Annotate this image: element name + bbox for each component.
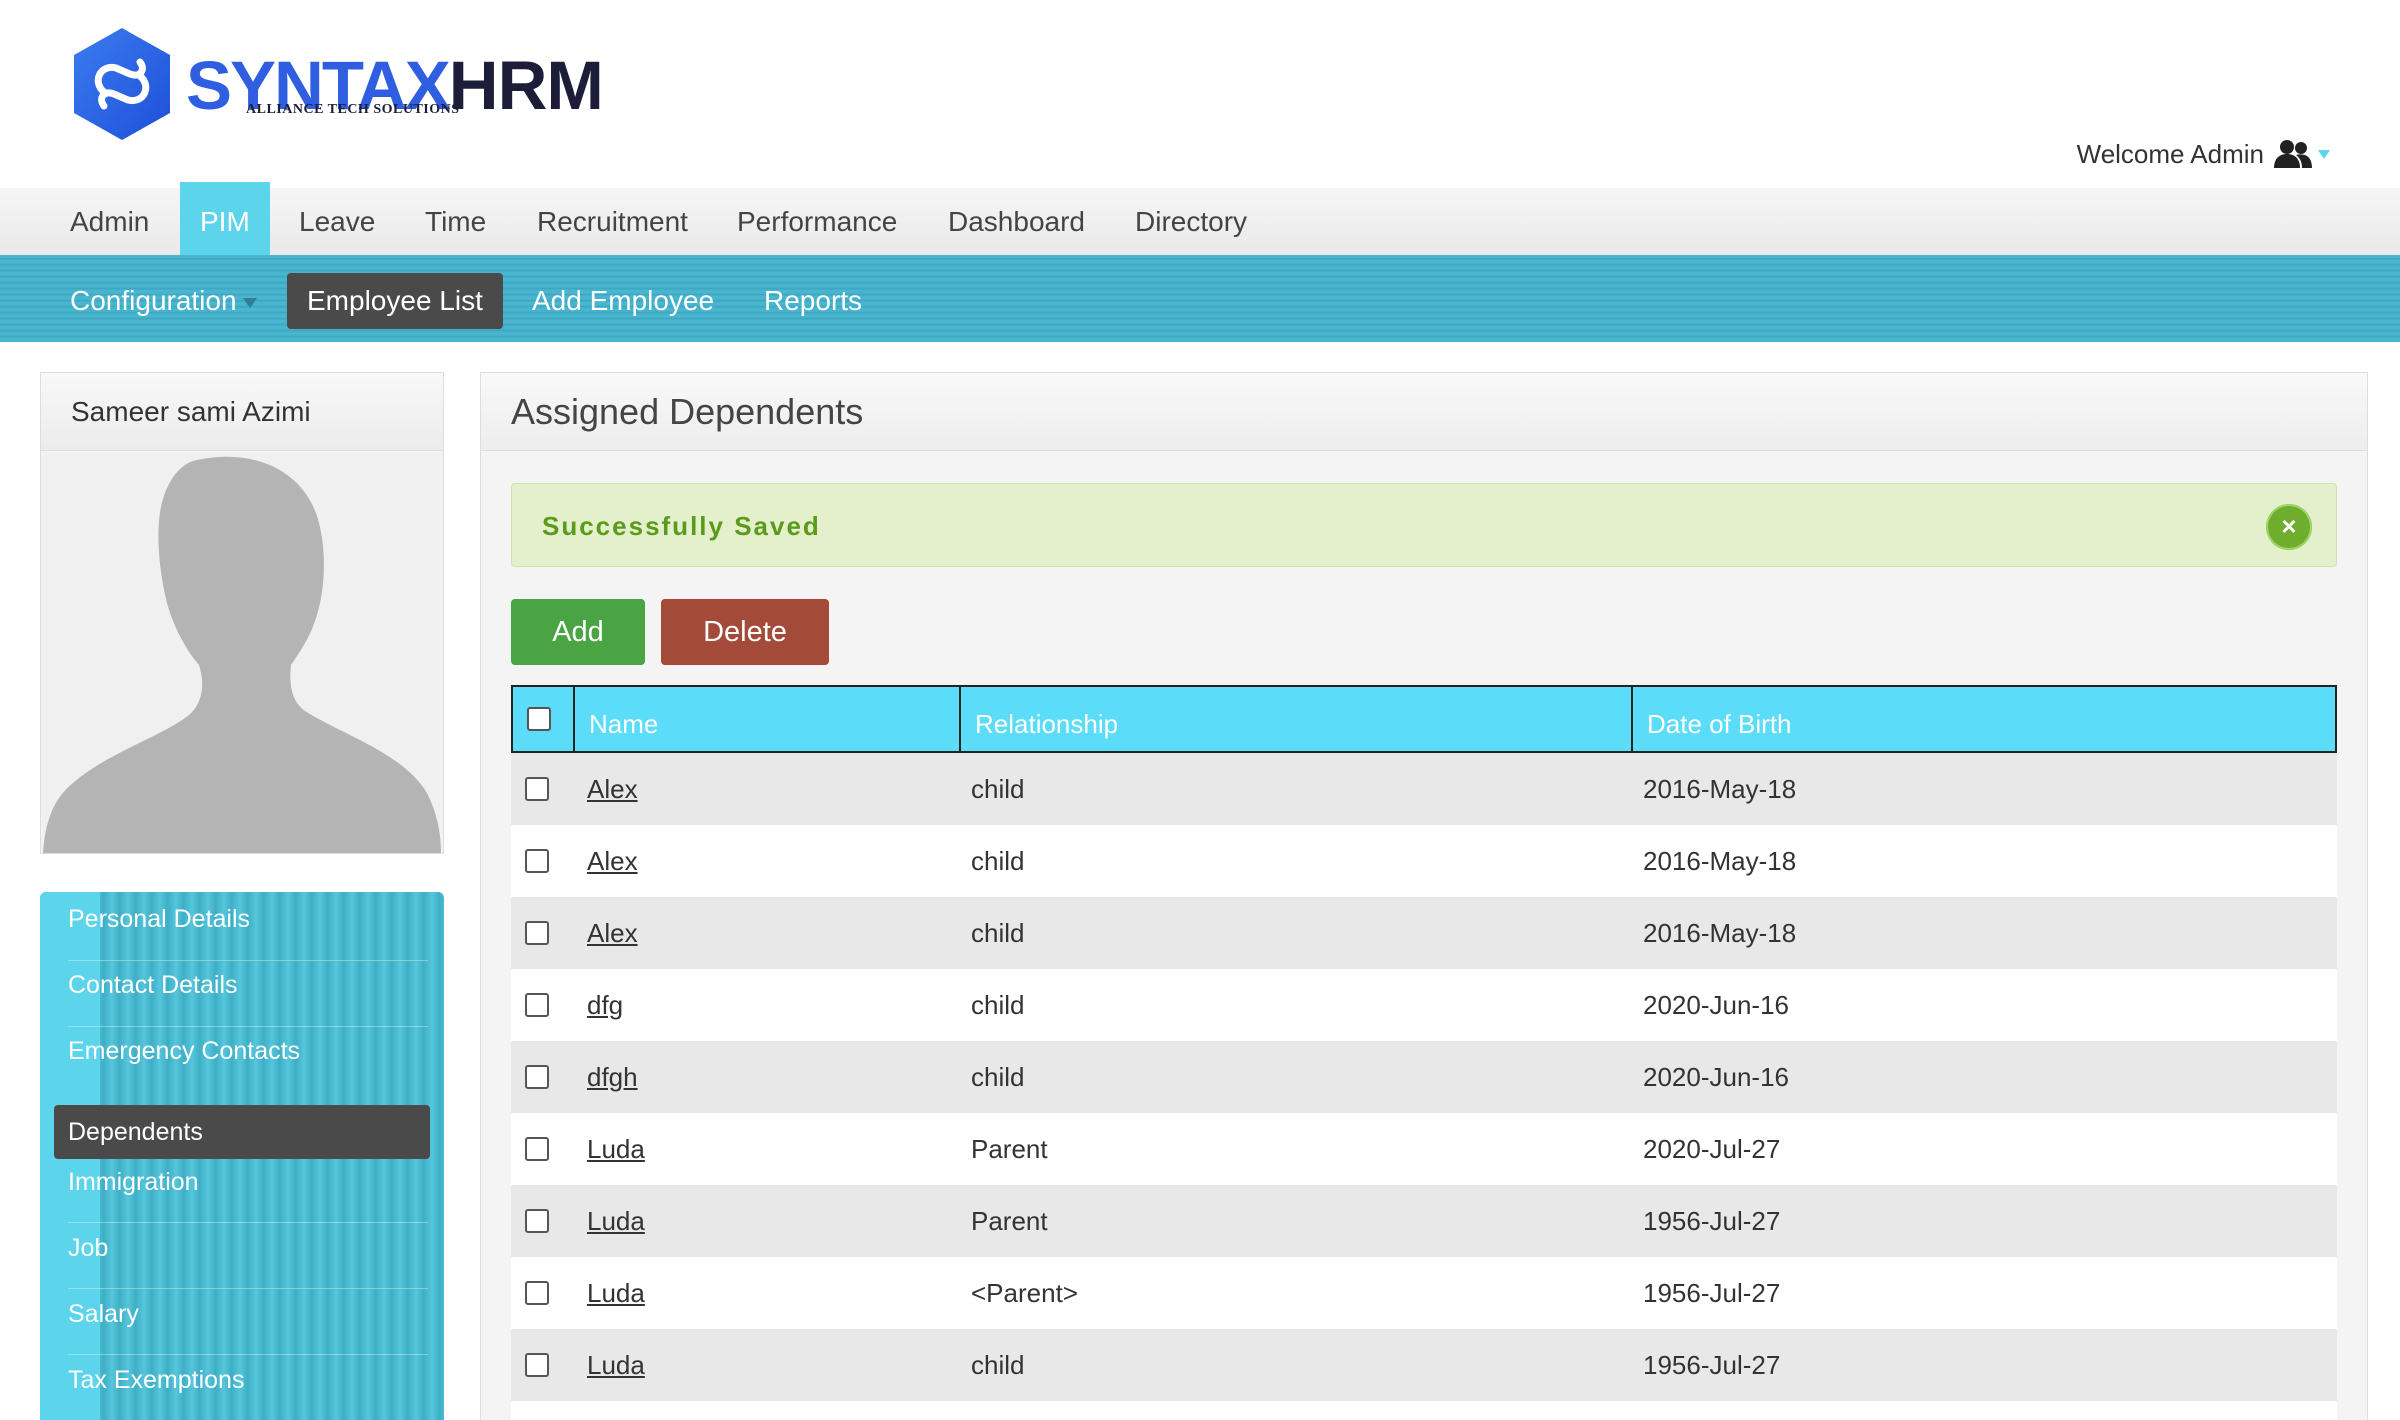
welcome-text: Welcome Admin [2076, 138, 2264, 169]
sidenav-tax-exemptions[interactable]: Tax Exemptions [68, 1353, 444, 1407]
menu-dashboard[interactable]: Dashboard [948, 188, 1085, 255]
select-all-checkbox[interactable] [527, 707, 551, 731]
dependent-name-link[interactable]: dfg [587, 969, 623, 1041]
add-button[interactable]: Add [511, 599, 645, 665]
row-checkbox[interactable] [525, 849, 549, 873]
dependent-relationship: child [971, 918, 1025, 948]
close-icon[interactable]: × [2266, 504, 2312, 550]
dependent-name-link[interactable]: Luda [587, 1185, 645, 1257]
dependent-dob: 2016-May-18 [1643, 774, 1797, 804]
row-checkbox[interactable] [525, 1137, 549, 1161]
success-message: Successfully Saved × [511, 483, 2337, 567]
dependent-dob: 2020-Jun-16 [1643, 1062, 1789, 1092]
dependent-relationship: Parent [971, 1206, 1048, 1236]
welcome-menu[interactable]: Welcome Admin [2077, 138, 2330, 170]
avatar-silhouette-icon [43, 456, 441, 853]
chevron-down-icon [2318, 149, 2330, 159]
logo-word-hrm: HRM [448, 47, 604, 124]
dependent-relationship: child [971, 846, 1025, 876]
table-row [511, 1401, 2337, 1420]
users-icon [2274, 140, 2312, 168]
table-row: Alex child 2016-May-18 [511, 897, 2337, 969]
submenu-configuration[interactable]: Configuration [70, 273, 257, 329]
dependent-name-link[interactable]: Luda [587, 1113, 645, 1185]
logo-subtitle: ALLIANCE TECH SOLUTIONS [246, 102, 460, 117]
logo-hexagon-icon [74, 28, 170, 140]
table-row: Luda <Parent> 1956-Jul-27 [511, 1257, 2337, 1329]
sidenav-immigration[interactable]: Immigration [68, 1155, 444, 1209]
dependent-relationship: Parent [971, 1134, 1048, 1164]
menu-leave[interactable]: Leave [299, 188, 375, 255]
table-row: Luda Parent 1956-Jul-27 [511, 1185, 2337, 1257]
column-header-name[interactable]: Name [573, 687, 959, 751]
dependent-dob: 2016-May-18 [1643, 846, 1797, 876]
row-checkbox[interactable] [525, 921, 549, 945]
menu-recruitment[interactable]: Recruitment [537, 188, 688, 255]
dependent-dob: 1956-Jul-27 [1643, 1206, 1781, 1236]
row-checkbox[interactable] [525, 993, 549, 1017]
sidenav-salary[interactable]: Salary [68, 1287, 444, 1341]
table-header: Name Relationship Date of Birth [511, 685, 2337, 753]
table-row: dfg child 2020-Jun-16 [511, 969, 2337, 1041]
dependent-relationship: <Parent> [971, 1278, 1078, 1308]
submenu-reports[interactable]: Reports [764, 273, 862, 329]
table-row: dfgh child 2020-Jun-16 [511, 1041, 2337, 1113]
menu-performance[interactable]: Performance [737, 188, 897, 255]
menu-pim[interactable]: PIM [180, 182, 270, 255]
success-message-text: Successfully Saved [542, 511, 821, 541]
submenu-employee-list[interactable]: Employee List [287, 273, 503, 329]
delete-button[interactable]: Delete [661, 599, 829, 665]
column-header-date-of-birth[interactable]: Date of Birth [1631, 687, 2335, 751]
row-checkbox[interactable] [525, 1281, 549, 1305]
menu-directory[interactable]: Directory [1135, 188, 1247, 255]
dependent-relationship: child [971, 990, 1025, 1020]
dependent-relationship: child [971, 1062, 1025, 1092]
submenu-add-employee[interactable]: Add Employee [532, 273, 714, 329]
dependent-dob: 2020-Jun-16 [1643, 990, 1789, 1020]
dependent-name-link[interactable]: Luda [587, 1329, 645, 1401]
submenu-configuration-label: Configuration [70, 285, 237, 316]
row-checkbox[interactable] [525, 777, 549, 801]
dependent-name-link[interactable]: Alex [587, 825, 638, 897]
employee-side-nav: Personal Details Contact Details Emergen… [40, 892, 444, 1420]
dependents-table: Name Relationship Date of Birth Alex chi… [511, 685, 2337, 1420]
dependent-relationship: child [971, 1350, 1025, 1380]
dependent-name-link[interactable]: Alex [587, 897, 638, 969]
profile-card: Sameer sami Azimi [40, 372, 444, 854]
profile-photo[interactable] [43, 453, 441, 853]
dependent-name-link[interactable]: Alex [587, 753, 638, 825]
menu-time[interactable]: Time [425, 188, 486, 255]
menu-admin[interactable]: Admin [70, 188, 149, 255]
sidenav-dependents[interactable]: Dependents [54, 1105, 430, 1159]
table-row: Alex child 2016-May-18 [511, 825, 2337, 897]
dependent-name-link[interactable]: dfgh [587, 1041, 638, 1113]
dependent-dob: 2016-May-18 [1643, 918, 1797, 948]
dependent-dob: 2020-Jul-27 [1643, 1134, 1781, 1164]
panel-title: Assigned Dependents [481, 373, 2367, 451]
table-row: Alex child 2016-May-18 [511, 753, 2337, 825]
row-checkbox[interactable] [525, 1065, 549, 1089]
column-header-relationship[interactable]: Relationship [959, 687, 1631, 751]
row-checkbox[interactable] [525, 1209, 549, 1233]
syntaxhrm-logo[interactable]: SYNTAXHRM ALLIANCE TECH SOLUTIONS [70, 26, 604, 142]
dependent-dob: 1956-Jul-27 [1643, 1350, 1781, 1380]
chevron-down-icon [242, 297, 257, 308]
branding-header: SYNTAXHRM ALLIANCE TECH SOLUTIONS Welcom… [0, 0, 2400, 188]
table-row: Luda Parent 2020-Jul-27 [511, 1113, 2337, 1185]
sidenav-job[interactable]: Job [68, 1221, 444, 1275]
assigned-dependents-panel: Assigned Dependents Successfully Saved ×… [480, 372, 2368, 1420]
table-row: Luda child 1956-Jul-27 [511, 1329, 2337, 1401]
dependent-relationship: child [971, 774, 1025, 804]
profile-name: Sameer sami Azimi [41, 373, 443, 451]
sidenav-personal-details[interactable]: Personal Details [68, 892, 444, 946]
sidenav-emergency-contacts[interactable]: Emergency Contacts [68, 1024, 444, 1078]
dependent-name-link[interactable]: Luda [587, 1257, 645, 1329]
sub-menu: Configuration Employee List Add Employee… [0, 258, 2400, 342]
row-checkbox[interactable] [525, 1353, 549, 1377]
dependent-dob: 1956-Jul-27 [1643, 1278, 1781, 1308]
sidenav-contact-details[interactable]: Contact Details [68, 958, 444, 1012]
main-menu: Admin PIM Leave Time Recruitment Perform… [0, 182, 2400, 258]
